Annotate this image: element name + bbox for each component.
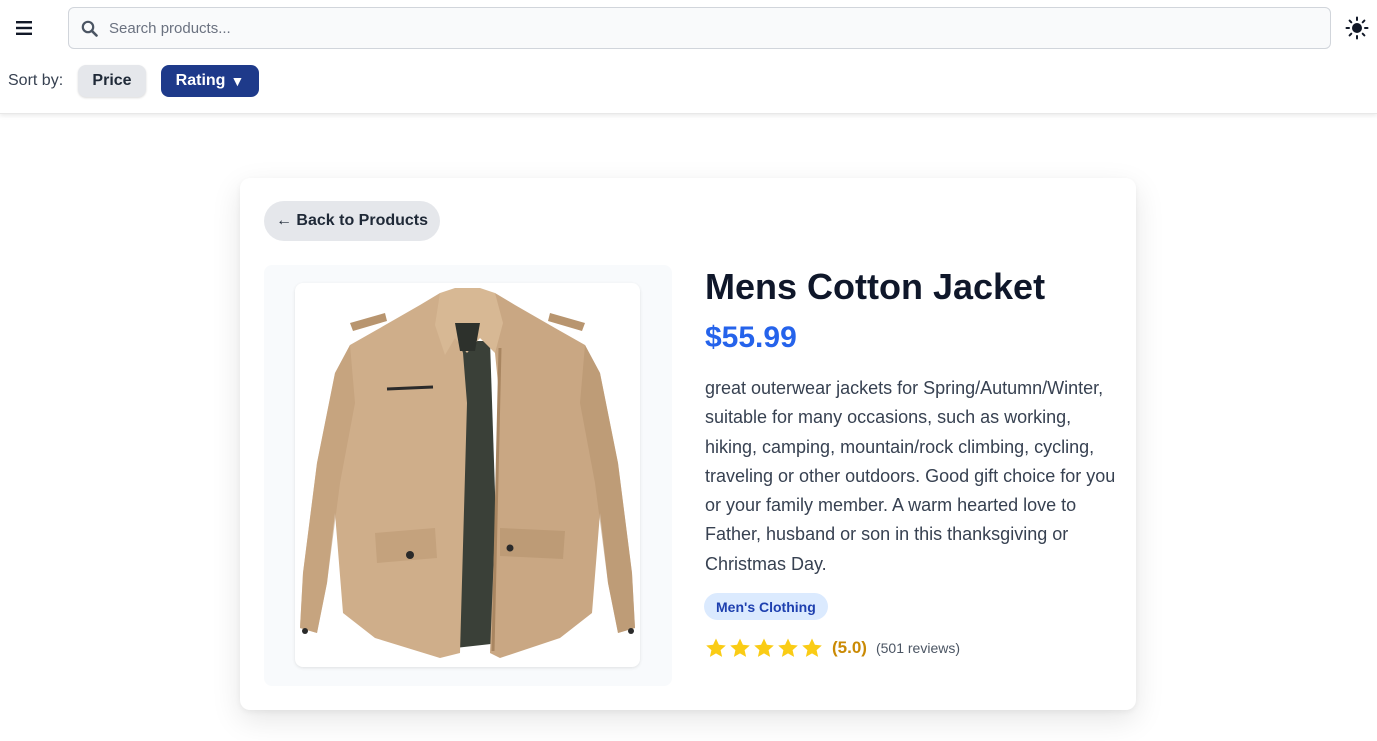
rating-value: (5.0): [832, 638, 867, 657]
product-rating: (5.0) (501 reviews): [704, 635, 960, 661]
top-bar: Sort by: Price Rating ▼: [0, 0, 1377, 114]
sort-label: Sort by:: [8, 72, 64, 89]
product-image: [295, 283, 640, 667]
back-to-products-button[interactable]: ← Back to Products: [264, 201, 440, 241]
search-input[interactable]: [109, 8, 1309, 48]
star-icon: [730, 638, 750, 657]
product-detail-card: ← Back to Products Mens Cotton Jacket $5…: [240, 178, 1136, 710]
product-price: $55.99: [705, 321, 797, 354]
product-description: great outerwear jackets for Spring/Autum…: [705, 378, 1116, 574]
product-title: Mens Cotton Jacket: [705, 266, 1046, 307]
sort-price-button[interactable]: Price: [78, 65, 146, 97]
category-badge[interactable]: Men's Clothing: [704, 593, 828, 620]
sun-icon[interactable]: [1345, 16, 1369, 40]
star-icon: [778, 638, 798, 657]
sort-descending-icon: ▼: [230, 73, 245, 89]
star-icon: [706, 638, 726, 657]
search-icon: [81, 20, 98, 37]
sort-rating-label: Rating: [175, 72, 226, 89]
review-count: (501 reviews): [875, 640, 960, 656]
sort-rating-button[interactable]: Rating ▼: [161, 65, 259, 97]
sort-price-label: Price: [92, 72, 132, 89]
star-icon: [802, 638, 822, 657]
search-bar: [68, 7, 1331, 49]
product-image-panel: [264, 265, 672, 686]
star-icon: [754, 638, 774, 657]
hamburger-menu-icon[interactable]: [10, 16, 38, 40]
